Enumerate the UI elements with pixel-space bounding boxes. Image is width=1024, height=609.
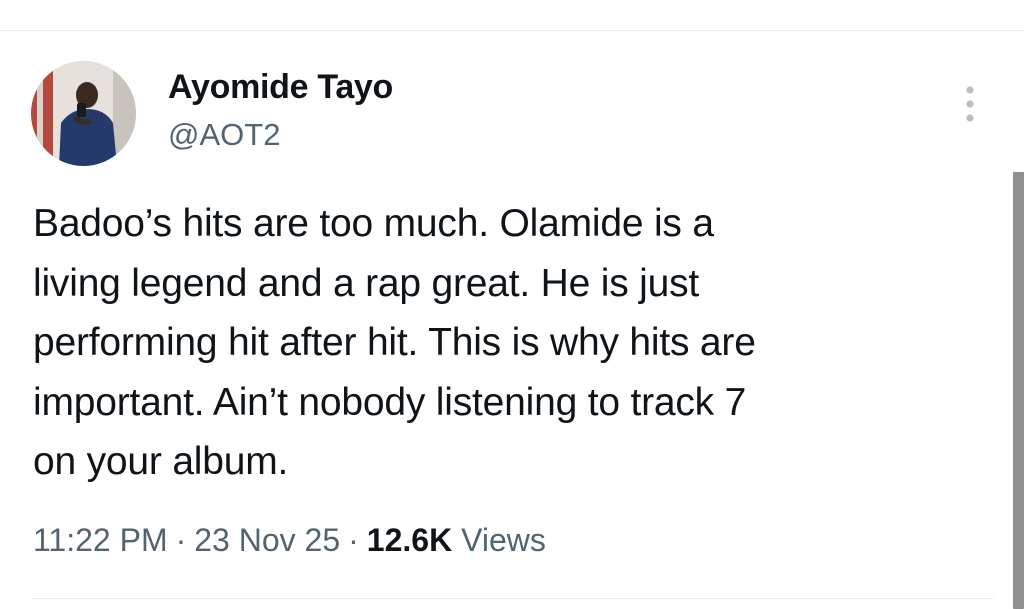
tweet-screen: Ayomide Tayo @AOT2 Badoo’s hits are too … xyxy=(0,0,1024,609)
author-avatar[interactable] xyxy=(31,61,136,166)
top-divider xyxy=(0,30,1024,31)
tweet-text-line: performing hit after hit. This is why hi… xyxy=(33,321,756,364)
bottom-divider xyxy=(32,598,994,599)
tweet-text: Badoo’s hits are too much. Olamide is a … xyxy=(33,194,993,492)
scrollbar-thumb[interactable] xyxy=(1013,172,1024,609)
tweet-meta: 11:22 PM · 23 Nov 25 · 12.6K Views xyxy=(33,522,546,559)
avatar-photo xyxy=(31,61,136,166)
author-handle[interactable]: @AOT2 xyxy=(168,117,280,153)
meta-separator: · xyxy=(175,522,187,558)
tweet-date[interactable]: 23 Nov 25 xyxy=(194,522,340,558)
views-count[interactable]: 12.6K xyxy=(367,522,452,558)
more-vertical-icon xyxy=(966,86,974,122)
views-label[interactable]: Views xyxy=(461,522,546,558)
more-options-button[interactable] xyxy=(955,82,985,126)
author-name[interactable]: Ayomide Tayo xyxy=(168,68,393,107)
tweet-text-line: important. Ain’t nobody listening to tra… xyxy=(33,380,747,424)
meta-separator: · xyxy=(348,522,359,558)
tweet-time[interactable]: 11:22 PM xyxy=(33,522,168,558)
tweet-text-line: on your album. xyxy=(33,440,289,483)
tweet-text-line: Badoo’s hits are too much. Olamide is a xyxy=(33,202,714,245)
tweet-text-line: living legend and a rap great. He is jus… xyxy=(33,261,700,305)
